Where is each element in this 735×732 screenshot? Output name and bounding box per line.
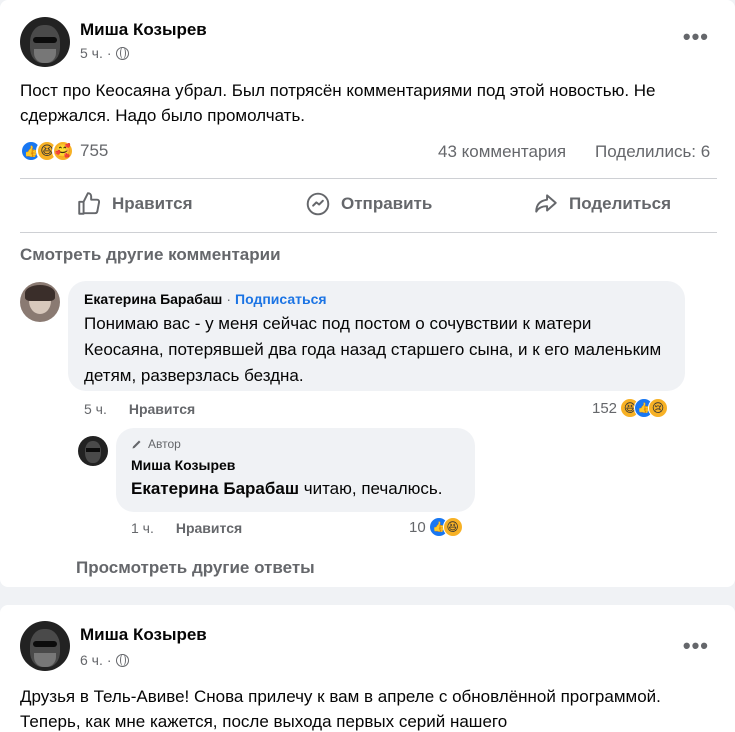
sad-reaction-icon: 😢 xyxy=(648,398,669,418)
post-meta: 6 ч. · xyxy=(80,652,129,668)
post-meta: 5 ч. · xyxy=(80,45,129,61)
post-text: Друзья в Тель-Авиве! Снова прилечу к вам… xyxy=(20,687,661,731)
post-time[interactable]: 6 ч. xyxy=(80,652,103,668)
reply-time[interactable]: 1 ч. xyxy=(131,520,154,536)
author-badge: Автор xyxy=(131,437,460,451)
care-reaction-icon: 🥰 xyxy=(52,140,74,162)
haha-reaction-icon: 😆 xyxy=(442,517,463,537)
reply-text: Екатерина Барабаш читаю, печалюсь. xyxy=(131,479,443,498)
comments-count[interactable]: 43 комментария xyxy=(438,142,566,162)
avatar[interactable] xyxy=(20,621,70,671)
see-more-replies[interactable]: Просмотреть другие ответы xyxy=(76,558,315,578)
reply-bubble: Автор Миша Козырев Екатерина Барабаш чит… xyxy=(116,428,475,512)
comment-reactions[interactable]: 152 😆 👍 😢 xyxy=(592,398,669,418)
see-more-comments[interactable]: Смотреть другие комментарии xyxy=(20,245,281,265)
reply-author-name[interactable]: Миша Козырев xyxy=(131,457,460,473)
comment-time[interactable]: 5 ч. xyxy=(84,401,107,417)
avatar[interactable] xyxy=(20,17,70,67)
reply-avatar[interactable] xyxy=(78,436,108,466)
send-button-label: Отправить xyxy=(341,194,433,213)
reaction-count: 755 xyxy=(80,141,109,160)
like-button-label: Нравится xyxy=(112,194,193,213)
reply-like-button[interactable]: Нравится xyxy=(176,520,242,536)
send-button[interactable]: Отправить xyxy=(305,188,432,220)
globe-icon xyxy=(115,46,129,60)
reply-reactions[interactable]: 10 👍 😆 xyxy=(409,517,463,537)
post-time[interactable]: 5 ч. xyxy=(80,45,103,61)
comment-actions: 5 ч. Нравится xyxy=(84,401,195,417)
share-button[interactable]: Поделиться xyxy=(533,188,671,220)
follow-link[interactable]: Подписаться xyxy=(235,291,327,307)
comment-like-button[interactable]: Нравится xyxy=(129,401,195,417)
post-text: Пост про Кеосаяна убрал. Был потрясён ко… xyxy=(20,81,656,125)
divider xyxy=(20,232,717,233)
shares-count[interactable]: Поделились: 6 xyxy=(595,142,710,162)
post-card: Миша Козырев 5 ч. · ••• Пост про Кеосаян… xyxy=(0,0,735,587)
messenger-icon xyxy=(306,192,330,216)
like-button[interactable]: Нравится xyxy=(76,188,193,220)
more-dots-icon[interactable]: ••• xyxy=(683,24,709,50)
thumbs-up-icon xyxy=(78,192,101,215)
mention-link[interactable]: Екатерина Барабаш xyxy=(131,479,299,498)
share-button-label: Поделиться xyxy=(569,194,672,213)
commenter-avatar[interactable] xyxy=(20,282,60,322)
pen-icon xyxy=(132,440,141,449)
comment-author-name[interactable]: Екатерина Барабаш xyxy=(84,291,222,307)
reactions-summary[interactable]: 👍 😆 🥰 755 xyxy=(20,140,108,162)
comment-reaction-count: 152 xyxy=(592,399,618,417)
reply-reaction-count: 10 xyxy=(409,518,426,536)
share-arrow-icon xyxy=(535,194,557,213)
comment-bubble: Екатерина Барабаш · Подписаться Понимаю … xyxy=(68,281,685,391)
comment-text: Понимаю вас - у меня сейчас под постом о… xyxy=(84,314,662,385)
post-author-name[interactable]: Миша Козырев xyxy=(80,20,207,40)
globe-icon xyxy=(115,653,129,667)
post-card: Миша Козырев 6 ч. · ••• Друзья в Тель-Ав… xyxy=(0,605,735,732)
reply-actions: 1 ч. Нравится xyxy=(131,520,242,536)
post-author-name[interactable]: Миша Козырев xyxy=(80,625,207,645)
divider xyxy=(20,178,717,179)
more-dots-icon[interactable]: ••• xyxy=(683,633,709,659)
